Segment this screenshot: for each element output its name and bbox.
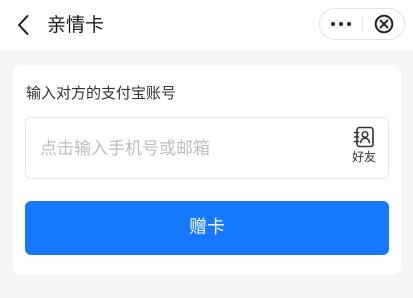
select-friend-label: 好友 <box>351 150 376 164</box>
chevron-left-icon <box>18 15 29 35</box>
mini-program-capsule <box>319 8 405 40</box>
contacts-icon <box>353 126 374 148</box>
close-button[interactable] <box>367 12 401 36</box>
account-input-box: 好友 <box>25 117 389 179</box>
gift-card-form: 输入对方的支付宝账号 好友 赠卡 <box>13 65 401 275</box>
select-friend-button[interactable]: 好友 <box>344 124 384 172</box>
more-button[interactable] <box>322 11 360 37</box>
give-card-button[interactable]: 赠卡 <box>25 201 389 255</box>
back-button[interactable] <box>10 11 36 39</box>
close-circle-icon <box>374 14 394 34</box>
page-title: 亲情卡 <box>47 14 105 36</box>
capsule-divider <box>362 17 363 32</box>
account-input[interactable] <box>40 136 330 162</box>
navigation-bar: 亲情卡 <box>0 0 413 50</box>
account-field-label: 输入对方的支付宝账号 <box>26 84 177 102</box>
more-dots-icon <box>329 22 353 26</box>
